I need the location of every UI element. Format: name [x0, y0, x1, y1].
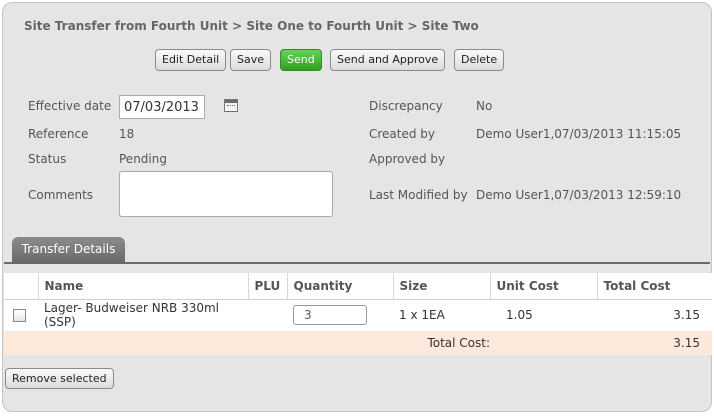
- total-spacer: [490, 331, 597, 355]
- total-row: Total Cost: 3.15: [4, 331, 712, 355]
- total-cost-label: Total Cost:: [4, 331, 490, 355]
- comments-textarea[interactable]: [119, 171, 333, 217]
- item-plu: [248, 299, 287, 331]
- page-title: Site Transfer from Fourth Unit > Site On…: [24, 19, 479, 33]
- approved-by-label: Approved by: [369, 152, 446, 166]
- save-button[interactable]: Save: [230, 49, 272, 71]
- column-header-total-cost[interactable]: Total Cost: [597, 273, 712, 300]
- column-header-plu[interactable]: PLU: [248, 273, 288, 300]
- tab-divider: [4, 262, 710, 264]
- last-modified-label: Last Modified by: [369, 188, 468, 202]
- quantity-input[interactable]: [293, 305, 367, 326]
- total-cost-value: 3.15: [597, 331, 712, 355]
- last-modified-value: Demo User1,07/03/2013 12:59:10: [476, 188, 682, 202]
- effective-date-label: Effective date: [28, 99, 112, 113]
- reference-value: 18: [119, 127, 135, 141]
- column-header-unit-cost[interactable]: Unit Cost: [490, 273, 598, 300]
- column-header-name[interactable]: Name: [38, 273, 249, 300]
- created-by-value: Demo User1,07/03/2013 11:15:05: [476, 127, 682, 141]
- item-unit-cost: 1.05: [506, 308, 533, 323]
- item-name: Lager- Budweiser NRB 330ml (SSP): [44, 301, 220, 330]
- send-button[interactable]: Send: [280, 49, 322, 71]
- transfer-items-table: Name PLU Quantity Size Unit Cost Total C…: [4, 273, 712, 355]
- discrepancy-label: Discrepancy: [369, 99, 443, 113]
- edit-detail-button[interactable]: Edit Detail: [155, 49, 227, 71]
- delete-button[interactable]: Delete: [454, 49, 505, 71]
- discrepancy-value: No: [476, 99, 493, 113]
- effective-date-input[interactable]: [119, 95, 205, 119]
- column-header-size[interactable]: Size: [393, 273, 491, 300]
- item-size: 1 x 1EA: [399, 308, 445, 323]
- reference-label: Reference: [28, 127, 89, 141]
- item-quantity-cell: [287, 299, 393, 331]
- column-header-select: [4, 273, 39, 300]
- status-label: Status: [28, 152, 67, 166]
- created-by-label: Created by: [369, 127, 436, 141]
- comments-label: Comments: [28, 188, 94, 202]
- status-value: Pending: [119, 152, 167, 166]
- table-header-row: Name PLU Quantity Size Unit Cost Total C…: [4, 273, 712, 300]
- row-select-cell: [4, 299, 38, 331]
- send-and-approve-button[interactable]: Send and Approve: [330, 49, 446, 71]
- column-header-quantity[interactable]: Quantity: [287, 273, 394, 300]
- tab-transfer-details[interactable]: Transfer Details: [12, 237, 125, 262]
- remove-selected-button[interactable]: Remove selected: [5, 368, 114, 389]
- calendar-icon[interactable]: [224, 99, 238, 112]
- row-checkbox[interactable]: [13, 309, 26, 323]
- item-total-cost: 3.15: [673, 308, 700, 323]
- table-row: Lager- Budweiser NRB 330ml (SSP) 1 x 1EA…: [4, 299, 712, 331]
